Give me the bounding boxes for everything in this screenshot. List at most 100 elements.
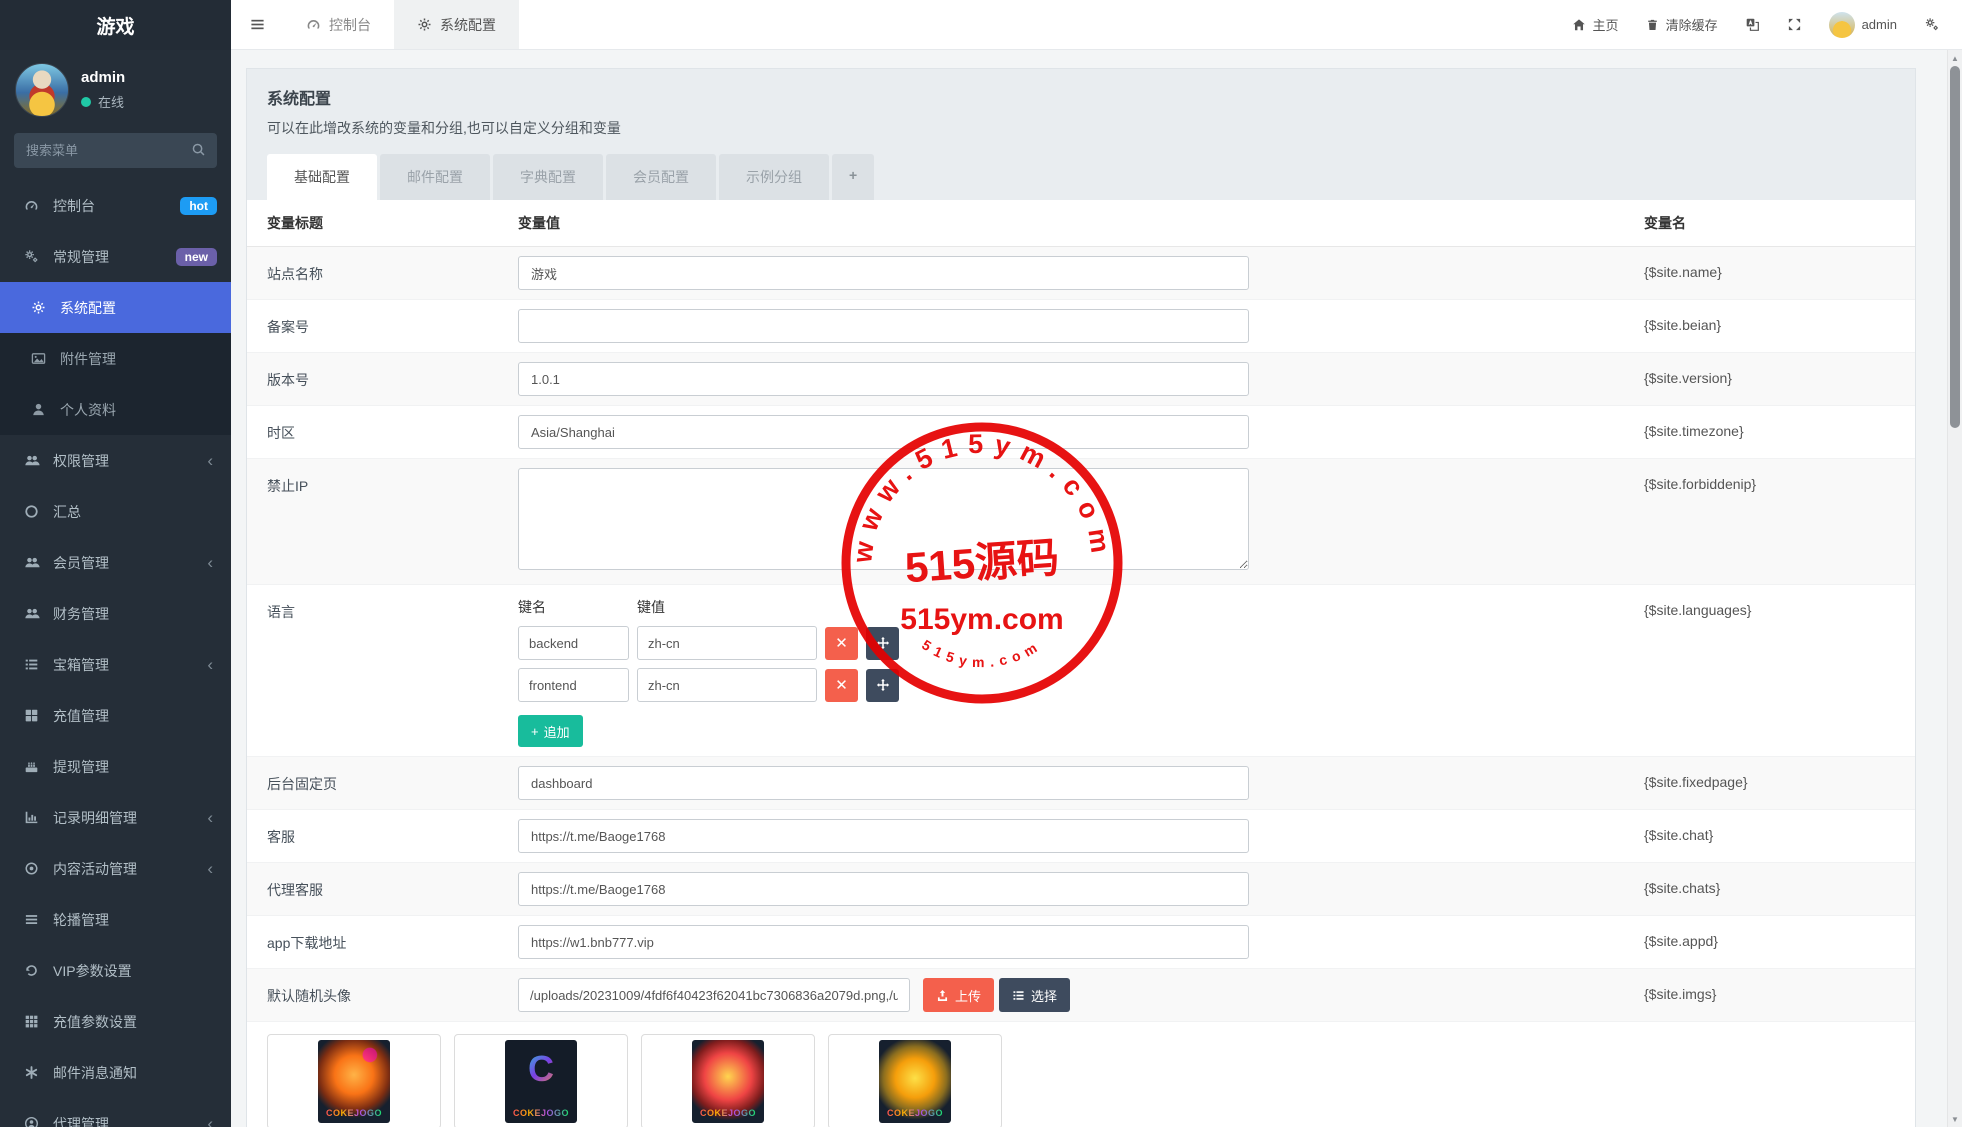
cogs-icon [24, 249, 44, 264]
avatar-thumb: COKEJOGO [828, 1034, 1002, 1127]
field-label: 站点名称 [267, 256, 518, 284]
avatar-path-input[interactable] [518, 978, 910, 1012]
scroll-up-arrow-icon[interactable]: ▲ [1948, 50, 1962, 66]
sidebar-menu: 控制台 hot 常规管理 new 系统配置 附件管理 个人资料 [0, 180, 231, 1127]
clear-cache-button[interactable]: 清除缓存 [1646, 15, 1718, 34]
sidebar-item-content[interactable]: 内容活动管理 ‹ [0, 843, 231, 894]
upload-button[interactable]: 上传 [923, 978, 994, 1012]
field-label: 默认随机头像 [267, 978, 518, 1006]
upload-label: 上传 [955, 986, 981, 1005]
undo-icon [24, 963, 44, 978]
field-label: 客服 [267, 819, 518, 847]
content-scrollbar[interactable]: ▲ ▼ [1947, 50, 1962, 1127]
lang-value-input[interactable] [637, 668, 817, 702]
move-pair-button[interactable] [866, 627, 899, 660]
header-var-name: 变量名 [1253, 213, 1895, 233]
sidebar-item-treasure[interactable]: 宝箱管理 ‹ [0, 639, 231, 690]
beian-input[interactable] [518, 309, 1249, 343]
language-button[interactable] [1745, 17, 1760, 32]
append-label: 追加 [544, 722, 570, 741]
menu-search-input[interactable] [14, 133, 217, 168]
app-window: 游戏 admin 在线 控制台 hot [0, 0, 1962, 1127]
tab-label: 系统配置 [440, 15, 496, 35]
sidebar-item-recharge[interactable]: 充值管理 [0, 690, 231, 741]
content-area: 系统配置 可以在此增改系统的变量和分组,也可以自定义分组和变量 基础配置 邮件配… [231, 50, 1962, 1127]
lang-key-input[interactable] [518, 626, 629, 660]
sidebar-item-mail-notice[interactable]: 邮件消息通知 [0, 1047, 231, 1098]
tab-dictionary-config[interactable]: 字典配置 [493, 154, 603, 200]
version-input[interactable] [518, 362, 1249, 396]
field-varname: {$site.fixedpage} [1253, 766, 1895, 790]
sidebar-item-dashboard[interactable]: 控制台 hot [0, 180, 231, 231]
add-group-tab[interactable]: + [832, 154, 874, 200]
sidebar-item-vip-params[interactable]: VIP参数设置 [0, 945, 231, 996]
timezone-input[interactable] [518, 415, 1249, 449]
users-icon [24, 606, 44, 621]
append-pair-button[interactable]: + 追加 [518, 715, 583, 747]
kv-row: ✕ [518, 668, 1253, 702]
scroll-down-arrow-icon[interactable]: ▼ [1948, 1111, 1962, 1127]
remove-pair-button[interactable]: ✕ [825, 669, 858, 702]
remove-pair-button[interactable]: ✕ [825, 627, 858, 660]
tab-member-config[interactable]: 会员配置 [606, 154, 716, 200]
menu-toggle-button[interactable] [231, 0, 283, 49]
lang-key-input[interactable] [518, 668, 629, 702]
sidebar-item-profile[interactable]: 个人资料 [0, 384, 231, 435]
users-icon [24, 555, 44, 570]
lang-value-input[interactable] [637, 626, 817, 660]
gear-icon [417, 17, 432, 32]
sidebar-item-records[interactable]: 记录明细管理 ‹ [0, 792, 231, 843]
fullscreen-button[interactable] [1787, 17, 1802, 32]
sidebar-item-attachments[interactable]: 附件管理 [0, 333, 231, 384]
move-pair-button[interactable] [866, 669, 899, 702]
account-menu[interactable]: admin [1829, 12, 1897, 38]
move-icon [876, 678, 890, 692]
site-name-input[interactable] [518, 256, 1249, 290]
fixed-page-input[interactable] [518, 766, 1249, 800]
scrollbar-thumb[interactable] [1950, 66, 1960, 428]
tab-mail-config[interactable]: 邮件配置 [380, 154, 490, 200]
choose-button[interactable]: 选择 [999, 978, 1070, 1012]
field-varname: {$site.languages} [1253, 594, 1895, 618]
user-avatar[interactable] [15, 63, 69, 117]
sidebar-item-finance[interactable]: 财务管理 [0, 588, 231, 639]
sidebar-item-general[interactable]: 常规管理 new [0, 231, 231, 282]
sidebar-item-label: 代理管理 [53, 1114, 109, 1127]
tab-basic-config[interactable]: 基础配置 [267, 154, 377, 200]
user-name: admin [81, 69, 125, 86]
sidebar-item-auth[interactable]: 权限管理 ‹ [0, 435, 231, 486]
sidebar-item-carousel[interactable]: 轮播管理 [0, 894, 231, 945]
form-row: 备案号 {$site.beian} [247, 300, 1915, 353]
tab-dashboard[interactable]: 控制台 [283, 0, 394, 49]
forbidden-ip-textarea[interactable] [518, 468, 1249, 570]
home-icon [1572, 18, 1586, 32]
field-varname: {$site.imgs} [1253, 978, 1895, 1002]
field-varname: {$site.forbiddenip} [1253, 468, 1895, 492]
settings-button[interactable] [1924, 17, 1940, 32]
tab-label: 控制台 [329, 15, 371, 35]
user-icon [31, 402, 51, 417]
topbar: 控制台 系统配置 主页 清除缓存 [231, 0, 1962, 50]
tab-system-config[interactable]: 系统配置 [394, 0, 519, 49]
thumb-image: C COKEJOGO [505, 1040, 577, 1123]
sidebar-item-members[interactable]: 会员管理 ‹ [0, 537, 231, 588]
sidebar-item-system-config[interactable]: 系统配置 [0, 282, 231, 333]
field-label: 后台固定页 [267, 766, 518, 794]
new-badge: new [176, 248, 217, 266]
chat-url-input[interactable] [518, 819, 1249, 853]
sidebar-item-agents[interactable]: 代理管理 ‹ [0, 1098, 231, 1127]
kv-row: ✕ [518, 626, 1253, 660]
sidebar-item-label: 常规管理 [53, 247, 109, 267]
form-row: 代理客服 {$site.chats} [247, 863, 1915, 916]
agent-chat-url-input[interactable] [518, 872, 1249, 906]
sidebar-item-withdraw[interactable]: 提现管理 [0, 741, 231, 792]
home-button[interactable]: 主页 [1572, 15, 1619, 34]
sidebar-item-recharge-params[interactable]: 充值参数设置 [0, 996, 231, 1047]
app-download-input[interactable] [518, 925, 1249, 959]
sidebar-item-summary[interactable]: 汇总 [0, 486, 231, 537]
logo-c: C [528, 1048, 554, 1090]
tab-example-group[interactable]: 示例分组 [719, 154, 829, 200]
field-label: 禁止IP [267, 468, 518, 496]
sidebar-item-label: 控制台 [53, 196, 95, 216]
circle-icon [24, 504, 44, 519]
